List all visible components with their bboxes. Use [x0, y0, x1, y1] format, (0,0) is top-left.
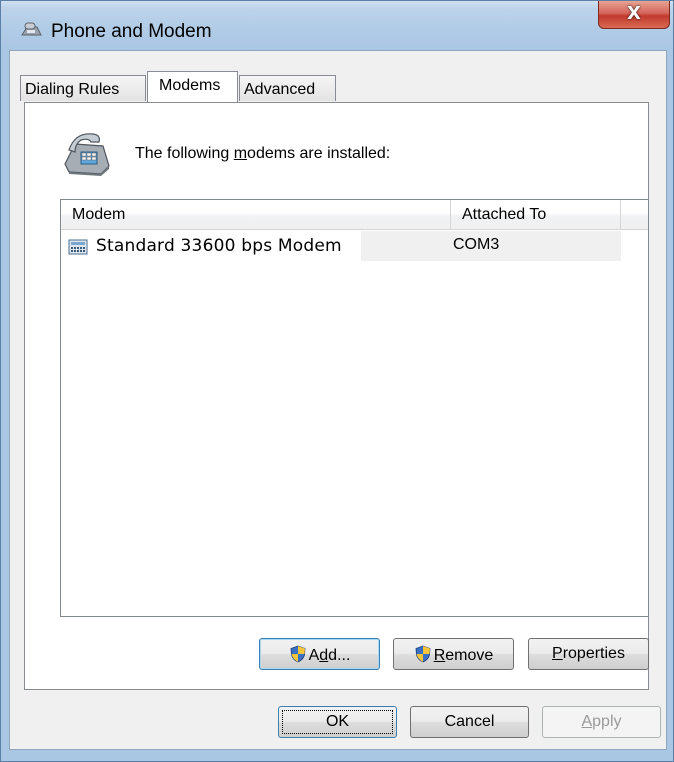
intro-text-accel: m [233, 145, 248, 162]
button-label-post: roperties [562, 645, 625, 662]
installed-modems-label: The following modems are installed: [135, 145, 390, 163]
button-label-post: d... [328, 647, 351, 664]
dialog-client-area: Dialing Rules Modems Advanced The follow… [9, 50, 667, 750]
column-header-attached-to[interactable]: Attached To [451, 200, 621, 229]
button-label-post: emove [445, 647, 494, 664]
phone-modem-icon [21, 22, 42, 36]
close-button[interactable]: X [598, 1, 670, 29]
column-header-filler [621, 200, 649, 229]
column-label: Modem [72, 206, 126, 223]
window-title: Phone and Modem [51, 21, 212, 42]
focus-rectangle [282, 710, 393, 734]
ok-button[interactable]: OK [278, 706, 397, 738]
column-label: Attached To [462, 206, 547, 223]
button-label-accel: R [433, 647, 446, 664]
button-label-accel: d [319, 647, 329, 664]
attached-port: COM3 [453, 236, 500, 253]
tab-modems[interactable]: Modems [147, 71, 238, 102]
button-label-pre: A [308, 647, 320, 664]
tab-dialing-rules[interactable]: Dialing Rules [20, 75, 146, 101]
list-header: Modem Attached To [61, 200, 648, 230]
properties-button[interactable]: Properties [528, 638, 649, 670]
cancel-button[interactable]: Cancel [410, 706, 529, 738]
uac-shield-icon [290, 645, 306, 663]
title-bar[interactable]: Phone and Modem X [1, 1, 673, 51]
dialog-window: Phone and Modem X Dialing Rules Modems A… [0, 0, 674, 762]
button-label: Cancel [444, 713, 495, 730]
add-button[interactable]: Add... [259, 638, 380, 670]
modem-name: Standard 33600 bps Modem [96, 236, 342, 256]
tab-label: Advanced [244, 81, 316, 98]
button-label-post: pply [592, 713, 622, 730]
close-icon: X [627, 3, 641, 24]
column-header-modem[interactable]: Modem [61, 200, 451, 229]
remove-button[interactable]: Remove [393, 638, 514, 670]
apply-button: Apply [542, 706, 661, 738]
tab-label: Modems [159, 77, 221, 94]
uac-shield-icon [415, 645, 431, 663]
button-label-accel: A [581, 713, 593, 730]
table-row[interactable]: Standard 33600 bps Modem COM3 [61, 231, 621, 261]
tab-advanced[interactable]: Advanced [239, 75, 336, 101]
intro-text-prefix: The following [135, 145, 234, 162]
telephone-icon [64, 133, 110, 176]
modems-list[interactable]: Modem Attached To Standard 33600 bps Mod… [60, 199, 649, 617]
button-label-accel: P [552, 645, 563, 662]
intro-text-suffix: odems are installed: [247, 145, 391, 162]
modems-tab-panel: The following modems are installed: Mode… [24, 102, 649, 690]
modem-icon [68, 239, 88, 255]
tab-label: Dialing Rules [25, 81, 120, 98]
